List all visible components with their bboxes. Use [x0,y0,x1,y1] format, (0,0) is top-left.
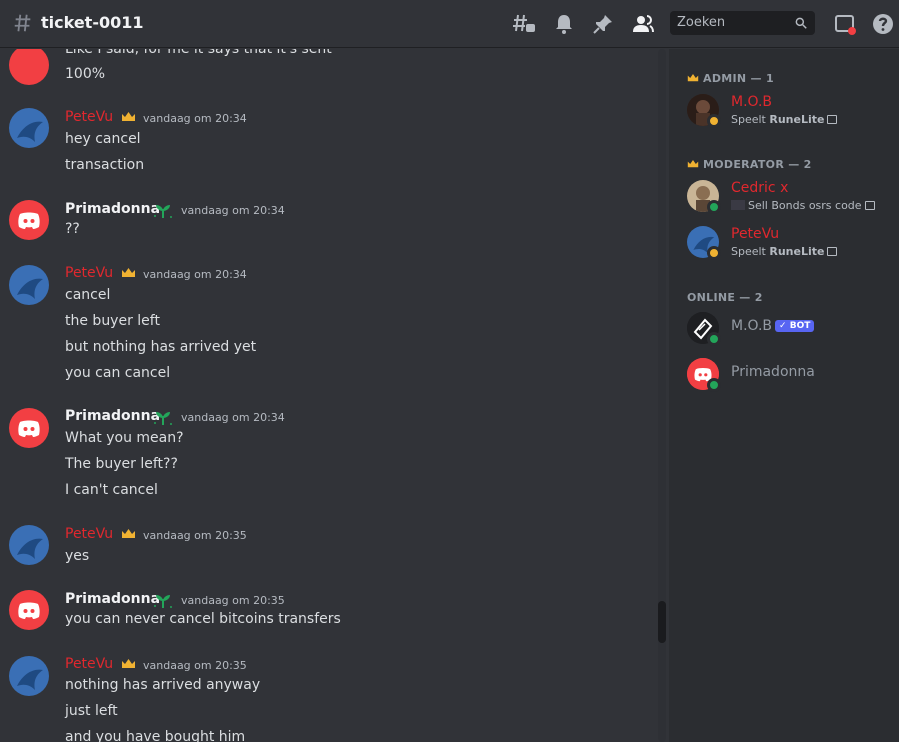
timestamp: vandaag om 20:34 [143,268,247,281]
message-text: Like I said, for me it says that it's se… [65,49,332,57]
channel-header: ticket-0011 Zoeken [0,0,899,48]
message-text: but nothing has arrived yet [65,339,257,355]
message-text: just left [65,703,118,719]
username[interactable]: PeteVu [65,526,113,542]
bot-badge: ✓ BOT [775,320,815,332]
member-name: M.O.B [731,94,773,110]
username[interactable]: PeteVu [65,265,113,281]
username[interactable]: Primadonna [65,408,160,424]
message-text: the buyer left [65,313,160,329]
inbox-icon[interactable] [833,12,857,36]
pin-icon[interactable] [591,12,615,36]
member-name: Primadonna [731,364,815,380]
message-text: and you have bought him [65,729,246,742]
message-text: yes [65,548,90,564]
threads-hash-icon [14,14,31,32]
crown-icon [122,529,135,538]
timestamp: vandaag om 20:35 [181,594,285,607]
member-activity: Speelt RuneLite [731,245,838,258]
member-item[interactable]: PeteVu Speelt RuneLite [685,226,885,266]
role-header-online: ONLINE — 2 [687,291,763,304]
help-icon[interactable] [871,12,895,36]
message-text: transaction [65,157,145,173]
member-activity: Speelt RuneLite [731,113,838,126]
crown-icon [122,112,135,121]
avatar[interactable] [9,656,49,696]
member-name: M.O.B ✓ BOT [731,318,815,334]
crown-icon [122,659,135,668]
message-text: nothing has arrived anyway [65,677,261,693]
rich-presence-icon [827,115,838,124]
member-item[interactable]: M.O.B ✓ BOT [685,312,885,352]
avatar[interactable] [9,265,49,305]
username[interactable]: Primadonna [65,201,160,217]
member-item[interactable]: Cedric x Sell Bonds osrs code [685,180,885,220]
member-name: PeteVu [731,226,780,242]
role-header-moderator: MODERATOR — 2 [687,158,812,171]
custom-status-emoji-icon [731,200,745,210]
crown-icon [687,160,699,168]
avatar[interactable] [9,408,49,448]
search-input[interactable]: Zoeken [670,11,815,35]
role-header-admin: ADMIN — 1 [687,72,774,85]
message-text: I can't cancel [65,482,158,498]
online-status-icon [707,200,721,214]
member-item[interactable]: M.O.B Speelt RuneLite [685,94,885,134]
avatar[interactable] [9,200,49,240]
crown-icon [687,74,699,82]
avatar[interactable] [9,49,49,85]
idle-status-icon [707,114,721,128]
timestamp: vandaag om 20:34 [181,411,285,424]
online-status-icon [707,332,721,346]
rich-presence-icon [827,247,838,256]
username[interactable]: PeteVu [65,656,113,672]
message-text: ?? [65,221,80,237]
timestamp: vandaag om 20:35 [143,659,247,672]
discord-logo-icon [18,420,40,437]
crown-icon [122,268,135,277]
avatar[interactable] [9,108,49,148]
sprout-icon [154,412,172,425]
online-status-icon [707,378,721,392]
member-list: ADMIN — 1 M.O.B Speelt RuneLite MODERATO… [669,49,899,742]
message-text: you can never cancel bitcoins transfers [65,611,341,627]
member-activity: Sell Bonds osrs code [731,199,875,212]
idle-status-icon [707,246,721,260]
member-name: Cedric x [731,180,789,196]
threads-icon[interactable] [512,12,536,36]
scrollbar-thumb[interactable] [658,601,666,643]
username[interactable]: PeteVu [65,109,113,125]
timestamp: vandaag om 20:35 [143,529,247,542]
discord-logo-icon [18,212,40,229]
message-list: Like I said, for me it says that it's se… [0,49,667,742]
message-text: cancel [65,287,111,303]
message-text: hey cancel [65,131,141,147]
sprout-icon [154,205,172,218]
message-text: you can cancel [65,365,171,381]
timestamp: vandaag om 20:34 [143,112,247,125]
timestamp: vandaag om 20:34 [181,204,285,217]
member-item[interactable]: Primadonna [685,358,885,398]
avatar[interactable] [9,525,49,565]
message-text: 100% [65,66,106,82]
discord-logo-icon [18,602,40,619]
channel-name: ticket-0011 [41,13,144,32]
search-icon [795,17,807,29]
notification-bell-icon[interactable] [552,12,576,36]
message-text: The buyer left?? [65,456,178,472]
username[interactable]: Primadonna [65,591,160,607]
message-text: What you mean? [65,430,184,446]
rich-presence-icon [864,201,875,210]
avatar[interactable] [9,590,49,630]
sprout-icon [154,595,172,608]
member-list-icon[interactable] [631,12,655,36]
